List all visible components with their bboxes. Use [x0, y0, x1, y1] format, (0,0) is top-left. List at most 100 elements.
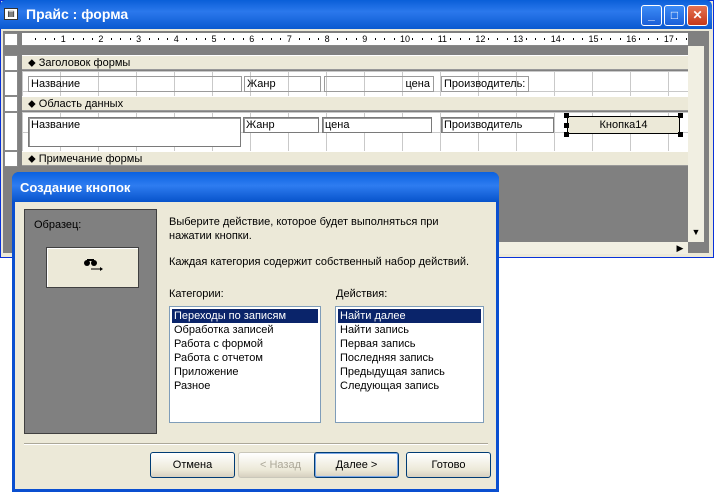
ruler-tick — [676, 38, 678, 40]
label-name-header[interactable]: Название — [28, 76, 242, 92]
vertical-ruler-header[interactable] — [4, 55, 18, 71]
categories-label: Категории: — [169, 288, 224, 300]
actions-label: Действия: — [336, 288, 388, 300]
category-item[interactable]: Переходы по записям — [172, 309, 318, 323]
ruler-number: 14 — [550, 34, 561, 44]
ruler-tick — [497, 38, 499, 40]
ruler-tick — [657, 38, 659, 40]
ruler-number: 9 — [362, 34, 368, 44]
section-footer-label: Примечание формы — [38, 153, 143, 165]
categories-listbox[interactable]: Переходы по записям Обработка записей Ра… — [169, 306, 321, 423]
category-item[interactable]: Работа с отчетом — [172, 351, 318, 365]
ruler-tick — [167, 38, 169, 40]
vertical-ruler-header-body[interactable] — [4, 71, 18, 96]
next-button[interactable]: Далее > — [314, 452, 399, 478]
ruler-number: 8 — [324, 34, 330, 44]
description-line-3: Каждая категория содержит собственный на… — [169, 256, 470, 268]
resize-handle[interactable] — [564, 123, 569, 128]
ruler-tick — [534, 38, 536, 40]
category-item[interactable]: Приложение — [172, 365, 318, 379]
ruler-number: 13 — [513, 34, 524, 44]
ruler-tick — [459, 38, 461, 40]
ruler-tick — [280, 38, 282, 40]
scroll-right-arrow-icon[interactable]: ▶ — [674, 242, 686, 254]
ruler-number: 1 — [60, 34, 66, 44]
ruler-number: 16 — [626, 34, 637, 44]
ruler-tick — [638, 38, 640, 40]
label-producer-header[interactable]: Производитель: — [441, 76, 529, 92]
ruler-tick — [610, 38, 612, 40]
vertical-ruler-footer[interactable] — [4, 151, 18, 167]
ruler-tick — [195, 38, 197, 40]
ruler-tick — [431, 38, 433, 40]
vertical-scrollbar[interactable]: ▼ — [688, 46, 704, 242]
sample-preview-button — [46, 247, 139, 288]
maximize-button[interactable]: □ — [664, 5, 685, 26]
label-price-header[interactable]: цена — [324, 76, 434, 92]
ruler-number: 5 — [211, 34, 217, 44]
ruler-number: 10 — [400, 34, 411, 44]
action-item[interactable]: Первая запись — [338, 337, 481, 351]
textbox-name[interactable]: Название — [28, 117, 241, 147]
resize-handle[interactable] — [678, 113, 683, 118]
ruler-tick — [261, 38, 263, 40]
vertical-ruler-detail-body[interactable] — [4, 112, 18, 151]
form-window-title: Прайс : форма — [26, 6, 129, 22]
ruler-tick — [506, 38, 508, 40]
action-item[interactable]: Следующая запись — [338, 379, 481, 393]
ruler-tick — [271, 38, 273, 40]
form-window-icon[interactable]: ▤ — [4, 8, 18, 20]
resize-handle[interactable] — [564, 132, 569, 137]
section-bar-header[interactable]: ⬥ Заголовок формы — [22, 55, 688, 70]
action-item[interactable]: Предыдущая запись — [338, 365, 481, 379]
vertical-ruler-detail[interactable] — [4, 96, 18, 112]
ruler-tick — [572, 38, 574, 40]
label-genre-header[interactable]: Жанр — [244, 76, 321, 92]
cancel-button[interactable]: Отмена — [150, 452, 235, 478]
ruler-tick — [563, 38, 565, 40]
form-command-button-knopka14[interactable]: Кнопка14 — [567, 116, 680, 134]
ruler-tick — [110, 38, 112, 40]
action-item[interactable]: Найти запись — [338, 323, 481, 337]
textbox-producer[interactable]: Производитель — [441, 117, 554, 133]
ruler-tick — [346, 38, 348, 40]
ruler-tick — [685, 38, 687, 40]
ruler-tick — [337, 38, 339, 40]
section-bar-detail[interactable]: ⬥ Область данных — [22, 96, 688, 111]
actions-listbox[interactable]: Найти далее Найти запись Первая запись П… — [335, 306, 484, 423]
action-item[interactable]: Найти далее — [338, 309, 481, 323]
ruler-tick — [648, 38, 650, 40]
finish-button[interactable]: Готово — [406, 452, 491, 478]
category-item[interactable]: Разное — [172, 379, 318, 393]
scroll-down-arrow-icon[interactable]: ▼ — [688, 226, 704, 240]
resize-handle[interactable] — [678, 132, 683, 137]
close-window-button[interactable]: ✕ — [687, 5, 708, 26]
section-header-label: Заголовок формы — [38, 57, 131, 69]
ruler-tick — [35, 38, 37, 40]
ruler-number: 7 — [286, 34, 292, 44]
back-button[interactable]: < Назад — [238, 452, 323, 478]
ruler-number: 2 — [98, 34, 104, 44]
minimize-button[interactable]: _ — [641, 5, 662, 26]
ruler-tick — [308, 38, 310, 40]
ruler-tick — [299, 38, 301, 40]
textbox-genre[interactable]: Жанр — [243, 117, 319, 133]
category-item[interactable]: Обработка записей — [172, 323, 318, 337]
ruler-tick — [91, 38, 93, 40]
resize-handle[interactable] — [564, 113, 569, 118]
textbox-price[interactable]: цена — [322, 117, 432, 133]
ruler-tick — [582, 38, 584, 40]
section-arrow-icon: ⬥ — [28, 153, 36, 165]
dialog-divider — [24, 443, 488, 445]
ruler-tick — [318, 38, 320, 40]
ruler-number: 17 — [663, 34, 674, 44]
category-item[interactable]: Работа с формой — [172, 337, 318, 351]
action-item[interactable]: Последняя запись — [338, 351, 481, 365]
ruler-tick — [412, 38, 414, 40]
horizontal-ruler[interactable]: 1 2 3 4 5 6 7 8 9 10 11 12 13 14 15 16 17 — [22, 33, 688, 46]
ruler-tick — [242, 38, 244, 40]
ruler-tick — [355, 38, 357, 40]
form-selector[interactable] — [4, 33, 18, 46]
ruler-number: 15 — [588, 34, 599, 44]
section-bar-footer[interactable]: ⬥ Примечание формы — [22, 151, 688, 166]
